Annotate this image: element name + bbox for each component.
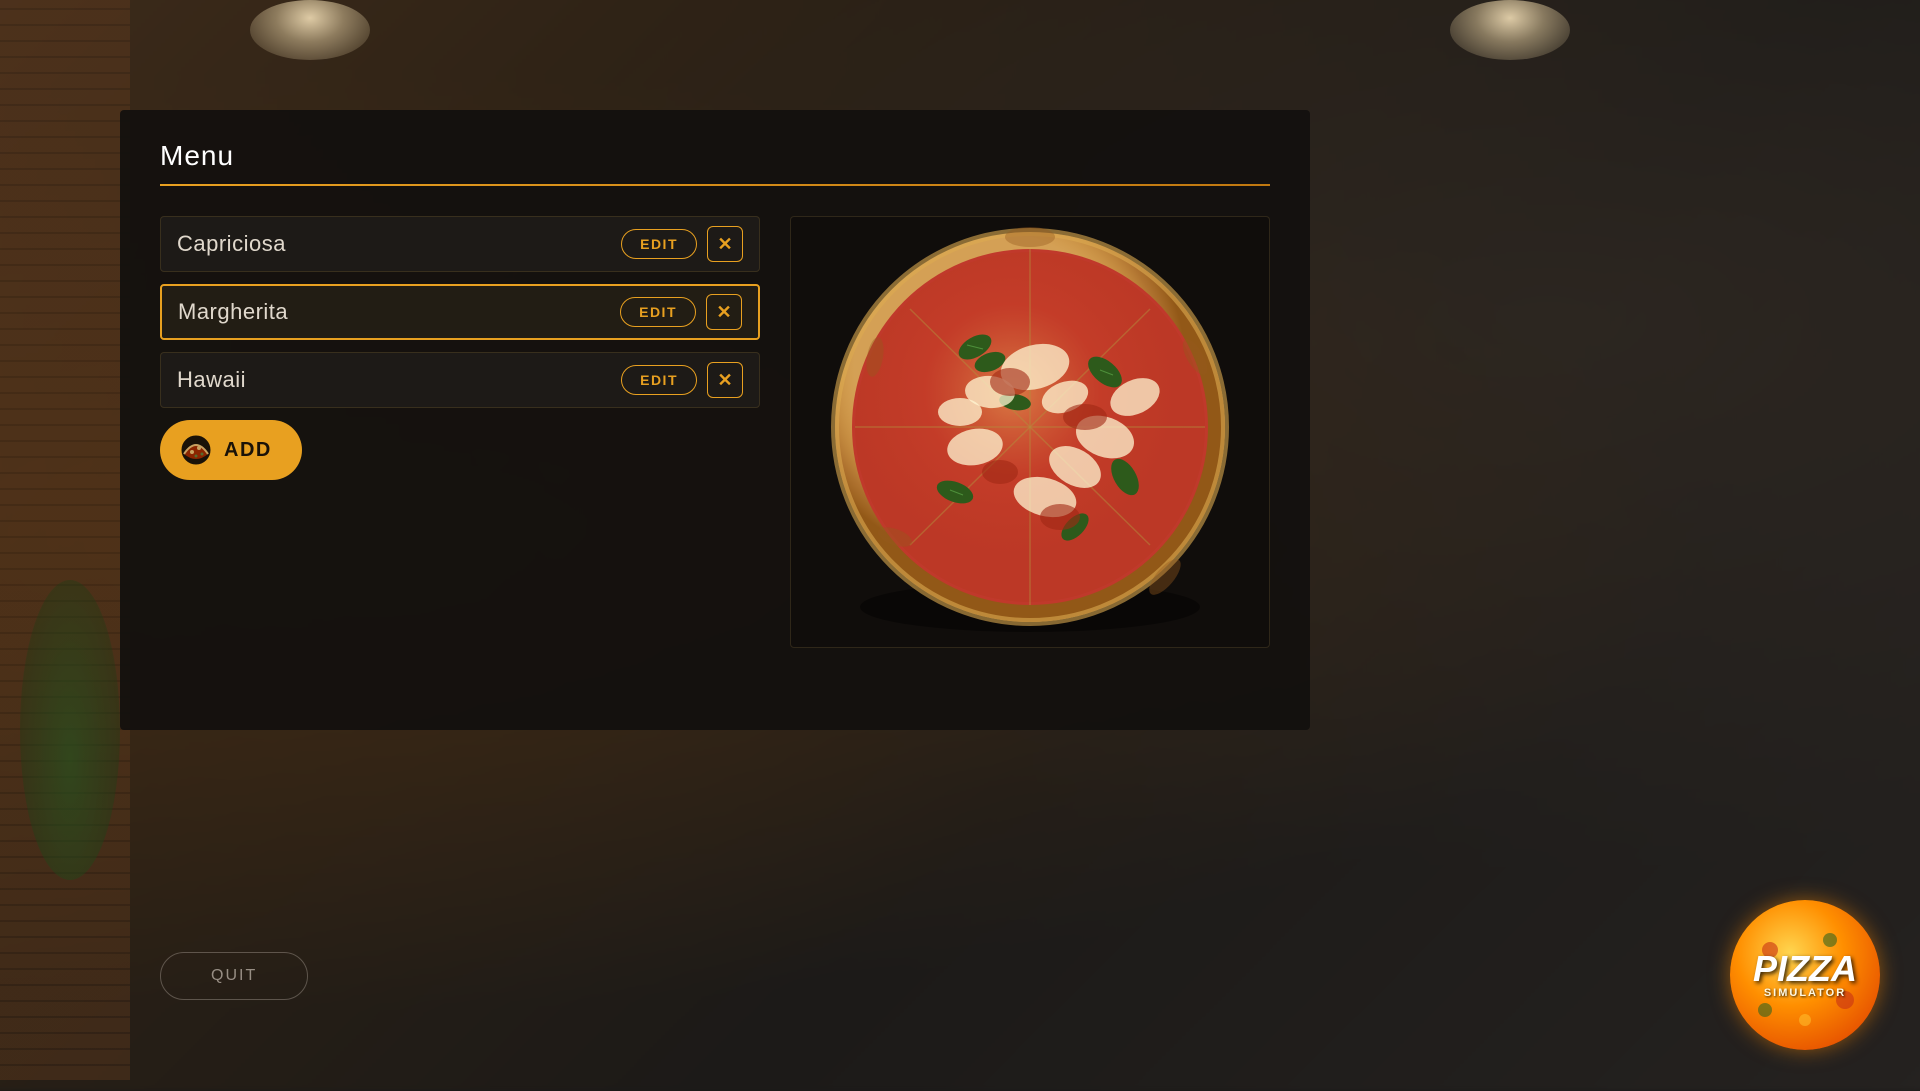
ceiling-light-left [250, 0, 370, 60]
quit-button[interactable]: QUIT [160, 952, 308, 1000]
hawaii-edit-button[interactable]: EDIT [621, 365, 697, 395]
menu-list-section: Capriciosa EDIT ✕ Margherita EDIT ✕ Hawa… [160, 216, 760, 648]
bg-brick-wall [0, 0, 130, 1080]
logo-pizza-text: PIZZA [1753, 951, 1857, 987]
logo-simulator-text: SIMULATOR [1753, 987, 1857, 999]
panel-divider [160, 184, 1270, 186]
panel-title: Menu [160, 140, 1270, 172]
pizza-icon [180, 434, 212, 466]
pizza-image [815, 217, 1245, 647]
logo-text: PIZZA SIMULATOR [1753, 951, 1857, 999]
capriciosa-delete-button[interactable]: ✕ [707, 226, 743, 262]
panel-content: Capriciosa EDIT ✕ Margherita EDIT ✕ Hawa… [160, 216, 1270, 648]
menu-panel: Menu Capriciosa EDIT ✕ Margherita EDIT ✕ [120, 110, 1310, 730]
margherita-delete-button[interactable]: ✕ [706, 294, 742, 330]
menu-item-name: Margherita [178, 299, 610, 325]
add-button-label: ADD [224, 439, 272, 462]
menu-item-row[interactable]: Hawaii EDIT ✕ [160, 352, 760, 408]
ceiling-light-right [1450, 0, 1570, 60]
menu-item-row[interactable]: Capriciosa EDIT ✕ [160, 216, 760, 272]
logo-circle: PIZZA SIMULATOR [1730, 900, 1880, 1050]
pizza-preview-panel [790, 216, 1270, 648]
menu-item-row-selected[interactable]: Margherita EDIT ✕ [160, 284, 760, 340]
pizza-simulator-logo: PIZZA SIMULATOR [1730, 900, 1890, 1060]
margherita-edit-button[interactable]: EDIT [620, 297, 696, 327]
x-icon: ✕ [717, 234, 732, 255]
hawaii-delete-button[interactable]: ✕ [707, 362, 743, 398]
menu-item-name: Hawaii [177, 367, 611, 393]
x-icon: ✕ [717, 370, 732, 391]
menu-item-name: Capriciosa [177, 231, 611, 257]
add-pizza-button[interactable]: ADD [160, 420, 302, 480]
x-icon: ✕ [716, 302, 731, 323]
capriciosa-edit-button[interactable]: EDIT [621, 229, 697, 259]
decorative-plant [20, 580, 120, 880]
